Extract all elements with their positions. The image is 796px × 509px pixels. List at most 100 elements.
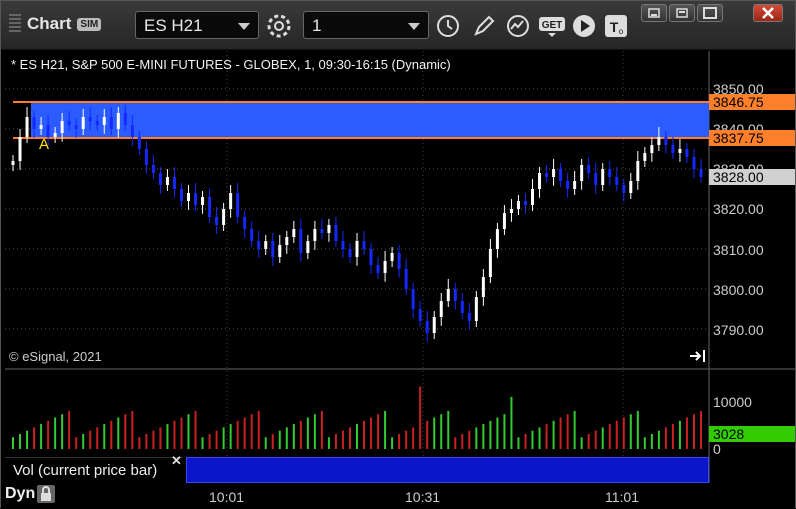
- candle-body: [271, 241, 275, 257]
- candle-body: [25, 117, 29, 137]
- candle-body: [123, 113, 127, 125]
- candle-body: [446, 289, 450, 301]
- candle-body: [481, 277, 485, 297]
- candle-body: [194, 193, 198, 205]
- candle-body: [369, 249, 373, 265]
- candle-body: [608, 169, 612, 177]
- candle-body: [404, 269, 408, 289]
- candle-body: [418, 309, 422, 321]
- candle-body: [278, 245, 282, 257]
- zone-label: A: [39, 136, 49, 153]
- candle-body: [622, 185, 626, 193]
- candle-body: [390, 253, 394, 261]
- candle-body: [299, 229, 303, 253]
- candle-body: [474, 297, 478, 321]
- candle-body: [285, 237, 289, 245]
- volume-tick-label: 0: [713, 441, 721, 457]
- candle-body: [636, 161, 640, 181]
- candle-body: [236, 193, 240, 217]
- candle-body: [341, 241, 345, 249]
- candle-body: [509, 209, 513, 213]
- candle-body: [383, 261, 387, 273]
- chart-canvas: A: [5, 51, 795, 483]
- candle-body: [95, 121, 99, 125]
- candle-body: [208, 197, 212, 217]
- candle-body: [531, 189, 535, 205]
- candle-body: [657, 137, 661, 145]
- candle-body: [257, 241, 261, 249]
- candle-body: [187, 193, 191, 201]
- candle-body: [81, 117, 85, 129]
- candle-body: [362, 241, 366, 249]
- candle-body: [46, 125, 50, 137]
- price-tick-label: 3800.00: [713, 282, 764, 298]
- time-axis[interactable]: [1, 483, 795, 508]
- candle-body: [629, 181, 633, 193]
- candle-body: [566, 181, 570, 189]
- chart-window: Chart SIM ES H21 1 GET To A * ES H21, S&…: [0, 0, 796, 508]
- candle-body: [594, 173, 598, 185]
- candle-body: [573, 181, 577, 189]
- candle-body: [664, 137, 668, 145]
- candle-body: [60, 121, 64, 133]
- price-tick-label: 3790.00: [713, 322, 764, 338]
- volume-study-bar[interactable]: [186, 457, 709, 483]
- candle-body: [313, 229, 317, 241]
- candle-body: [109, 117, 113, 129]
- candle-body: [11, 161, 15, 165]
- candle-body: [130, 125, 134, 137]
- candle-body: [460, 301, 464, 313]
- volume-tick-label: 10000: [713, 394, 752, 410]
- candle-body: [355, 241, 359, 257]
- last-price-tag: 3828.00: [709, 169, 795, 185]
- candle-body: [545, 173, 549, 177]
- candle-body: [692, 157, 696, 169]
- candle-body: [502, 213, 506, 229]
- candle-body: [39, 125, 43, 129]
- volume-study-label[interactable]: Vol (current price bar): [5, 457, 183, 483]
- candle-body: [678, 149, 682, 153]
- candle-body: [453, 289, 457, 301]
- candle-body: [229, 193, 233, 209]
- candle-body: [201, 197, 205, 205]
- close-study-icon[interactable]: ✕: [171, 453, 182, 469]
- candle-body: [179, 189, 183, 201]
- candle-body: [327, 225, 331, 233]
- candle-body: [264, 241, 268, 249]
- dyn-label: Dyn: [5, 485, 36, 502]
- candle-body: [587, 165, 591, 173]
- candle-body: [215, 217, 219, 225]
- candle-body: [650, 145, 654, 153]
- candle-body: [348, 249, 352, 257]
- candle-body: [538, 173, 542, 189]
- candle-body: [559, 169, 563, 181]
- candle-body: [250, 229, 254, 241]
- candle-body: [306, 241, 310, 253]
- time-tick-label: 11:01: [605, 489, 639, 505]
- candle-body: [495, 229, 499, 249]
- candle-body: [699, 169, 703, 177]
- candle-body: [643, 153, 647, 161]
- candle-body: [144, 149, 148, 165]
- candle-body: [67, 121, 71, 125]
- lock-icon[interactable]: [37, 485, 56, 503]
- candle-body: [432, 317, 436, 333]
- candle-body: [467, 313, 471, 321]
- candle-body: [102, 117, 106, 125]
- candle-body: [601, 169, 605, 185]
- candle-body: [222, 209, 226, 225]
- scroll-right-icon[interactable]: [689, 349, 707, 363]
- candle-body: [74, 125, 78, 129]
- candle-body: [685, 149, 689, 157]
- candle-body: [411, 289, 415, 309]
- candle-body: [552, 169, 556, 177]
- candle-body: [18, 137, 22, 161]
- candle-body: [292, 229, 296, 237]
- candle-body: [397, 253, 401, 269]
- chart-legend-title: * ES H21, S&P 500 E-MINI FUTURES - GLOBE…: [11, 57, 451, 72]
- copyright-text: © eSignal, 2021: [9, 349, 102, 364]
- candle-body: [88, 117, 92, 121]
- candle-body: [151, 165, 155, 173]
- dynamic-scale-toggle[interactable]: Dyn: [5, 485, 56, 503]
- candle-body: [116, 113, 120, 129]
